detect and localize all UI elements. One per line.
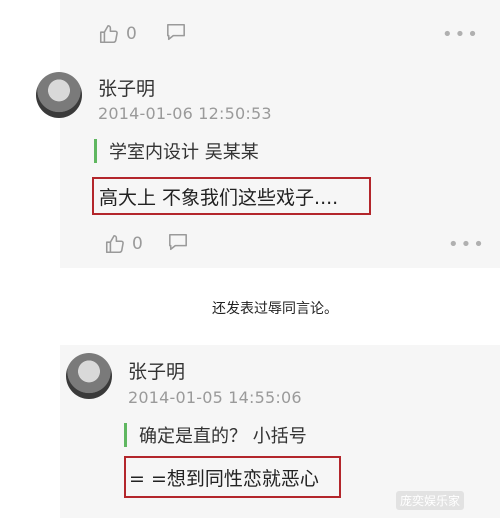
- more-dots-icon[interactable]: •••: [442, 24, 480, 45]
- more-dots-icon[interactable]: •••: [448, 234, 486, 255]
- comment-icon: [166, 23, 185, 41]
- action-row-1: 0: [104, 232, 189, 256]
- caption: 还发表过辱同言论。: [212, 301, 338, 317]
- avatar[interactable]: [66, 353, 112, 399]
- reply-button[interactable]: [165, 22, 187, 46]
- like-button[interactable]: 0: [98, 23, 137, 45]
- quoted-text: 学室内设计 吴某某: [94, 138, 259, 164]
- timestamp: 2014-01-05 14:55:06: [128, 388, 302, 407]
- reply-button[interactable]: [167, 232, 189, 256]
- quote-text: 学室内设计 吴某某: [109, 142, 259, 163]
- like-count: 0: [126, 24, 137, 44]
- comment-icon: [168, 233, 187, 251]
- username[interactable]: 张子明: [98, 74, 155, 101]
- avatar[interactable]: [36, 72, 82, 118]
- highlighted-comment: 高大上 不象我们这些戏子....: [92, 177, 371, 215]
- quote-bar: [124, 423, 127, 447]
- comment-text: 高大上 不象我们这些戏子....: [99, 186, 339, 209]
- comment-text: = =想到同性恋就恶心: [129, 467, 319, 490]
- username[interactable]: 张子明: [128, 357, 185, 384]
- timestamp: 2014-01-06 12:50:53: [98, 104, 272, 123]
- like-count: 0: [132, 234, 143, 254]
- quote-text: 确定是直的？ 小括号: [139, 426, 307, 447]
- watermark: 庞奕娱乐家: [396, 491, 465, 510]
- quoted-text: 确定是直的？ 小括号: [124, 422, 307, 448]
- thumbs-up-icon: [99, 24, 118, 44]
- quote-bar: [94, 139, 97, 163]
- like-button[interactable]: 0: [104, 233, 143, 255]
- highlighted-comment: = =想到同性恋就恶心: [124, 456, 341, 498]
- action-row-top: 0: [98, 22, 187, 46]
- thumbs-up-icon: [105, 234, 124, 254]
